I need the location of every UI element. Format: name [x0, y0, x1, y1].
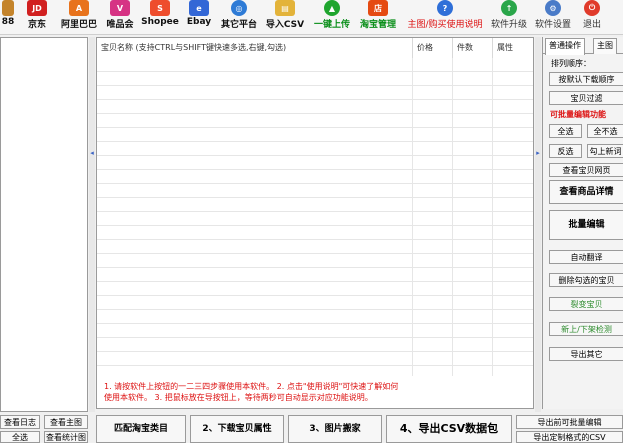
ebay-icon: e	[189, 0, 209, 16]
toolbar-taobao-manage-button[interactable]: 店 淘宝管理	[356, 0, 400, 34]
invert-selection-button[interactable]: 反选	[549, 144, 582, 158]
left-splitter[interactable]: ◂	[89, 37, 95, 412]
download-attributes-button[interactable]: 2、下载宝贝属性	[190, 415, 284, 443]
power-icon: ⏻	[584, 0, 600, 16]
folder-icon: ▤	[275, 0, 295, 16]
alibaba-icon: A	[69, 0, 89, 16]
column-header-attributes[interactable]: 属性	[493, 38, 533, 58]
operations-tabs: 普通操作 主图	[543, 37, 623, 55]
sort-label: 排列顺序：	[551, 59, 591, 68]
tab-main-image[interactable]: 主图	[593, 38, 617, 54]
upgrade-icon: ↑	[501, 0, 517, 16]
collapse-right-icon[interactable]: ▸	[535, 149, 541, 157]
jd-icon: JD	[27, 0, 47, 16]
vip-icon: V	[110, 0, 130, 16]
batch-edit-button[interactable]: 批量编辑	[549, 210, 623, 240]
toolbar-ebay-button[interactable]: e Ebay	[184, 0, 214, 34]
view-stats-button[interactable]: 查看统计图	[44, 431, 88, 443]
toolbar-settings-button[interactable]: ⚙ 软件设置	[532, 0, 574, 34]
toolbar-alibaba-button[interactable]: A 阿里巴巴	[57, 0, 101, 34]
grid-divider	[412, 58, 413, 376]
settings-icon: ⚙	[545, 0, 561, 16]
batch-edit-label: 可批量编辑功能	[550, 110, 606, 119]
toolbar-import-csv-button[interactable]: ▤ 导入CSV	[262, 0, 308, 34]
column-header-quantity[interactable]: 件数	[453, 38, 493, 58]
view-item-details-button[interactable]: 查看商品详情	[549, 180, 623, 204]
shop-icon: 店	[368, 0, 388, 16]
toolbar-upload-button[interactable]: ▲ 一键上传	[310, 0, 354, 34]
right-splitter[interactable]: ▸	[535, 37, 541, 412]
shelf-check-button[interactable]: 新上/下架检测	[549, 322, 623, 336]
app-icon	[2, 0, 14, 16]
operations-panel: 普通操作 主图 排列顺序： 按默认下载顺序 宝贝过滤 可批量编辑功能 全选 全不…	[542, 37, 623, 409]
usage-notice-line-2: 使用本软件。 3. 把鼠标放在导按钮上，等待两秒可自动显示对应功能说明。	[104, 393, 373, 402]
select-all-button[interactable]: 全选	[549, 124, 582, 138]
collapse-left-icon[interactable]: ◂	[89, 149, 95, 157]
tab-general[interactable]: 普通操作	[545, 38, 585, 55]
toolbar-other-platform-button[interactable]: ◎ 其它平台	[218, 0, 260, 34]
shopee-icon: S	[150, 0, 170, 16]
match-category-button[interactable]: 匹配淘宝类目	[96, 415, 186, 443]
toolbar-exit-button[interactable]: ⏻ 退出	[578, 0, 606, 34]
check-new-button[interactable]: 勾上新词	[587, 144, 623, 158]
column-header-price[interactable]: 价格	[413, 38, 453, 58]
split-items-button[interactable]: 裂变宝贝	[549, 297, 623, 311]
toolbar-app-button[interactable]: 88	[0, 0, 16, 34]
batch-edit-before-export-button[interactable]: 导出前可批量编辑	[516, 415, 623, 429]
grid-divider	[492, 58, 493, 376]
main-toolbar: 88 JD 京东 A 阿里巴巴 V 唯品会 S Shopee e Ebay ◎ …	[0, 0, 623, 35]
usage-notice: 1. 请按软件上按钮的一二三四步骤使用本软件。 2. 点击"使用说明"可快速了解…	[104, 381, 524, 403]
export-other-button[interactable]: 导出其它	[549, 347, 623, 361]
auto-translate-button[interactable]: 自动翻译	[549, 250, 623, 264]
product-grid[interactable]: 宝贝名称 (支持CTRL与SHIFT键快速多选,右键,勾选) 价格 件数 属性 …	[96, 37, 534, 409]
delete-checked-button[interactable]: 删除勾选的宝贝	[549, 273, 623, 287]
toolbar-jd-button[interactable]: JD 京东	[22, 0, 52, 34]
export-custom-csv-button[interactable]: 导出定制格式的CSV	[516, 431, 623, 443]
toolbar-help-button[interactable]: ? 主图/购买使用说明	[402, 0, 488, 34]
usage-notice-line-1: 1. 请按软件上按钮的一二三四步骤使用本软件。 2. 点击"使用说明"可快速了解…	[104, 382, 399, 391]
view-item-pages-button[interactable]: 查看宝贝网页	[549, 163, 623, 177]
select-none-button[interactable]: 全不选	[587, 124, 623, 138]
export-csv-button[interactable]: 4、导出CSV数据包	[386, 415, 512, 443]
sort-order-button[interactable]: 按默认下载顺序	[549, 72, 623, 86]
toolbar-shopee-button[interactable]: S Shopee	[140, 0, 180, 34]
grid-body[interactable]	[97, 58, 533, 376]
toolbar-vip-button[interactable]: V 唯品会	[102, 0, 138, 34]
toolbar-upgrade-button[interactable]: ↑ 软件升级	[488, 0, 530, 34]
item-filter-button[interactable]: 宝贝过滤	[549, 91, 623, 105]
grid-divider	[452, 58, 453, 376]
column-header-name[interactable]: 宝贝名称 (支持CTRL与SHIFT键快速多选,右键,勾选)	[97, 38, 413, 58]
upload-icon: ▲	[324, 0, 340, 16]
view-log-button[interactable]: 查看日志	[0, 415, 40, 429]
grid-header: 宝贝名称 (支持CTRL与SHIFT键快速多选,右键,勾选) 价格 件数 属性	[97, 38, 533, 59]
help-icon: ?	[437, 0, 453, 16]
image-migrate-button[interactable]: 3、图片搬家	[288, 415, 382, 443]
select-all-categories-button[interactable]: 全选	[0, 431, 40, 443]
category-list-panel[interactable]	[0, 37, 88, 412]
view-main-image-button[interactable]: 查看主图	[44, 415, 88, 429]
globe-icon: ◎	[231, 0, 247, 16]
